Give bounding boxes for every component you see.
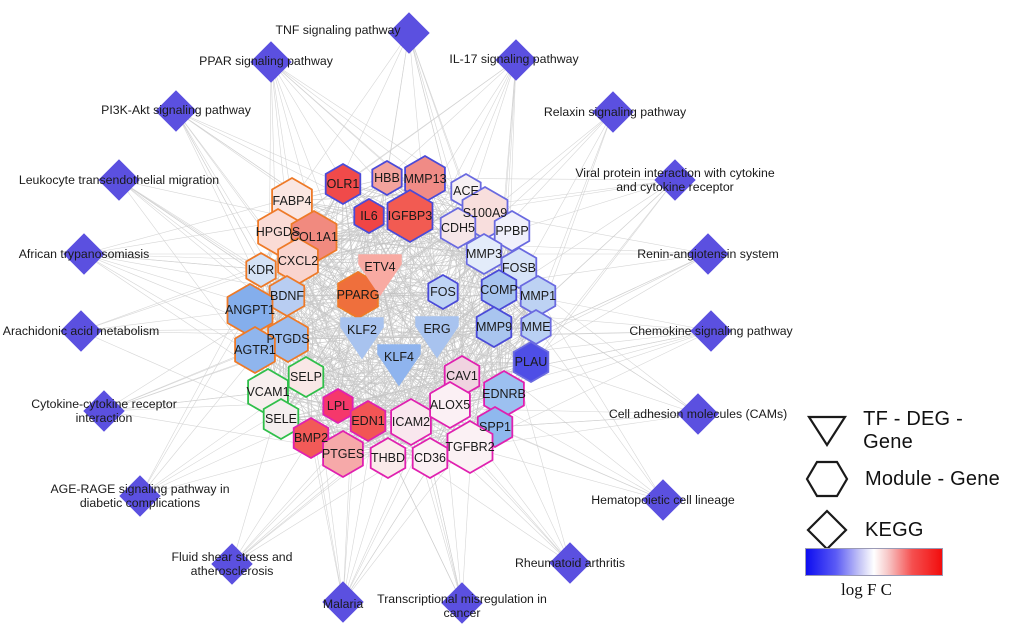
gene-node[interactable]	[465, 232, 503, 276]
kegg-node[interactable]	[654, 159, 696, 201]
gene-node[interactable]	[512, 340, 550, 384]
kegg-node[interactable]	[98, 159, 140, 201]
legend: TF - DEG - Gene Module - Gene KEGG log F…	[797, 400, 1012, 615]
gene-node[interactable]	[353, 197, 385, 235]
kegg-node[interactable]	[677, 393, 719, 435]
kegg-node[interactable]	[83, 390, 125, 432]
kegg-node[interactable]	[155, 90, 197, 132]
kegg-diamond-icon	[806, 509, 848, 551]
kegg-node[interactable]	[495, 39, 537, 81]
gene-node[interactable]	[324, 162, 362, 206]
kegg-node[interactable]	[60, 310, 102, 352]
kegg-node[interactable]	[592, 91, 634, 133]
gene-node[interactable]	[519, 274, 557, 318]
legend-row-module: Module - Gene	[805, 458, 1000, 500]
module-hexagon-icon	[805, 460, 849, 498]
gene-node[interactable]	[245, 251, 277, 289]
gene-node[interactable]	[322, 387, 354, 425]
colorbar-label: log F C	[841, 580, 893, 599]
gene-node[interactable]	[369, 436, 407, 480]
kegg-node[interactable]	[690, 310, 732, 352]
legend-label-tf: TF - DEG - Gene	[863, 408, 963, 453]
kegg-node[interactable]	[549, 542, 591, 584]
gene-node[interactable]	[427, 273, 459, 311]
tf-chevron-icon	[806, 415, 848, 448]
logfc-colorbar	[805, 548, 943, 576]
gene-node[interactable]	[349, 399, 387, 443]
gene-node[interactable]	[475, 305, 513, 349]
legend-row-kegg: KEGG	[805, 508, 924, 552]
gene-node[interactable]	[268, 274, 306, 318]
kegg-node[interactable]	[250, 41, 292, 83]
gene-node[interactable]	[520, 308, 552, 346]
gene-node[interactable]	[371, 159, 403, 197]
legend-row-tf: TF - DEG - Gene	[805, 408, 1012, 454]
gene-node[interactable]	[480, 268, 518, 312]
gene-node[interactable]	[411, 436, 449, 480]
kegg-node[interactable]	[63, 233, 105, 275]
gene-node[interactable]	[287, 355, 325, 399]
kegg-node[interactable]	[441, 582, 483, 624]
kegg-node[interactable]	[388, 12, 430, 54]
legend-label-module: Module - Gene	[865, 467, 1000, 490]
legend-label-kegg: KEGG	[865, 518, 924, 541]
kegg-node[interactable]	[119, 475, 161, 517]
kegg-node[interactable]	[642, 479, 684, 521]
kegg-node[interactable]	[322, 581, 364, 623]
kegg-node[interactable]	[687, 233, 729, 275]
